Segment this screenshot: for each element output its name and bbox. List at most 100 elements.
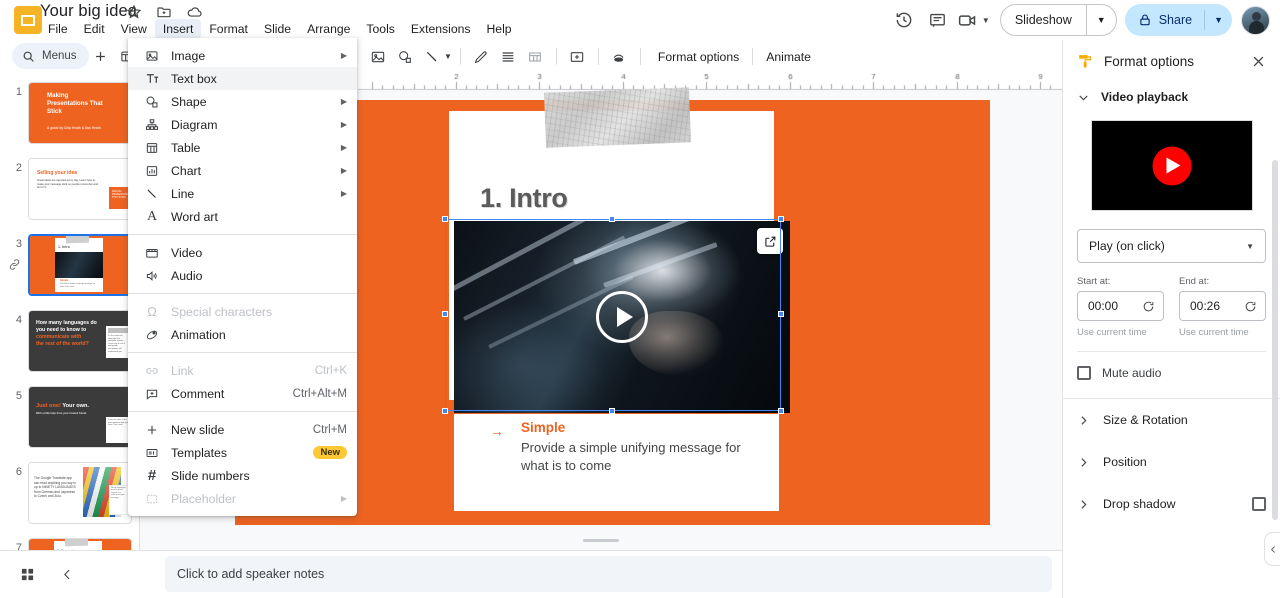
chevron-down-icon[interactable] — [1077, 91, 1090, 104]
menu-item-text-box[interactable]: Text box — [128, 67, 357, 90]
chevron-right-icon[interactable] — [1077, 456, 1090, 469]
meet-camera-icon[interactable] — [955, 3, 981, 37]
new-slide-button[interactable] — [88, 44, 113, 69]
play-mode-select[interactable]: Play (on click) ▼ — [1077, 229, 1266, 263]
menu-item-line[interactable]: Line ▶ — [128, 182, 357, 205]
list-item[interactable]: 7 2. Examples The best stories are the o… — [0, 536, 139, 550]
menu-item-table[interactable]: Table ▶ — [128, 136, 357, 159]
filmstrip-grid-icon[interactable] — [12, 559, 42, 589]
menu-item-video[interactable]: Video — [128, 241, 357, 264]
image-button[interactable] — [365, 44, 390, 69]
end-at-hint[interactable]: Use current time — [1179, 327, 1266, 338]
slide-thumbnail-panel[interactable]: 1 Making Presentations That Stick A guid… — [0, 72, 140, 550]
slide-title[interactable]: 1. Intro — [480, 183, 568, 214]
format-options-button[interactable]: Format options — [649, 46, 748, 68]
menu-extensions[interactable]: Extensions — [403, 19, 479, 39]
menu-tools[interactable]: Tools — [358, 19, 402, 39]
menu-item-image[interactable]: Image ▶ — [128, 44, 357, 67]
chevron-down-icon[interactable]: ▼ — [1246, 242, 1254, 251]
menu-edit[interactable]: Edit — [76, 19, 113, 39]
menu-item-animation[interactable]: Animation — [128, 323, 357, 346]
mute-audio-row[interactable]: Mute audio — [1063, 366, 1280, 380]
video-play-button[interactable] — [596, 291, 648, 343]
shape-button[interactable] — [392, 44, 417, 69]
canvas-scroll-indicator[interactable] — [583, 539, 619, 542]
version-history-icon[interactable] — [887, 3, 921, 37]
menu-arrange[interactable]: Arrange — [299, 19, 358, 39]
slide-thumbnail[interactable]: How many languages do you need to know t… — [28, 310, 132, 372]
menu-item-chart[interactable]: Chart ▶ — [128, 159, 357, 182]
list-item[interactable]: 1 Making Presentations That Stick A guid… — [0, 80, 139, 151]
menu-item-comment[interactable]: Comment Ctrl+Alt+M — [128, 382, 357, 405]
slide-thumbnail[interactable]: Just one! Your own. With a little help f… — [28, 386, 132, 448]
bullet-heading[interactable]: Simple — [521, 420, 565, 435]
menu-item-audio[interactable]: Audio — [128, 264, 357, 287]
list-item[interactable]: 6 The Google Translate app can read anyt… — [0, 460, 139, 531]
start-at-field[interactable]: 00:00 — [1077, 291, 1164, 321]
drop-shadow-section[interactable]: Drop shadow — [1063, 483, 1280, 525]
video-popout-button[interactable] — [757, 228, 783, 254]
menu-label: Placeholder — [171, 492, 331, 506]
end-at-field[interactable]: 00:26 — [1179, 291, 1266, 321]
panel-scrollbar[interactable] — [1272, 160, 1278, 520]
collapse-filmstrip-icon[interactable] — [52, 559, 82, 589]
menu-slide[interactable]: Slide — [256, 19, 299, 39]
share-caret-icon[interactable]: ▼ — [1205, 15, 1232, 25]
insert-textbox-button[interactable] — [565, 44, 590, 69]
video-playback-section-header[interactable]: Video playback — [1077, 82, 1266, 112]
menu-item-shape[interactable]: Shape ▶ — [128, 90, 357, 113]
refresh-icon[interactable] — [1142, 300, 1155, 313]
slide-thumbnail[interactable]: Selling your idea Great ideas are reject… — [28, 158, 132, 220]
slide-thumbnail[interactable]: 2. Examples The best stories are the one… — [28, 538, 132, 550]
list-item[interactable]: 3 1. Intro Simple Provide a simple unify… — [0, 232, 139, 303]
chevron-right-icon[interactable] — [1077, 498, 1090, 511]
line-caret-icon[interactable]: ▼ — [444, 52, 452, 61]
drop-shadow-checkbox[interactable] — [1252, 497, 1266, 511]
slide-thumbnail[interactable]: The Google Translate app can read anythi… — [28, 462, 132, 524]
slide-thumbnail[interactable]: 1. Intro Simple Provide a simple unifyin… — [28, 234, 132, 296]
menu-file[interactable]: File — [40, 19, 76, 39]
menu-item-templates[interactable]: Templates New — [128, 441, 357, 464]
list-item[interactable]: 2 Selling your idea Great ideas are reje… — [0, 156, 139, 227]
menu-format[interactable]: Format — [201, 19, 256, 39]
refresh-icon[interactable] — [1244, 300, 1257, 313]
slide-body-card[interactable]: → Simple Provide a simple unifying messa… — [454, 414, 779, 511]
mute-audio-checkbox[interactable] — [1077, 366, 1091, 380]
menu-item-new-slide[interactable]: New slide Ctrl+M — [128, 418, 357, 441]
menu-item-word-art[interactable]: A Word art — [128, 205, 357, 228]
start-at-hint[interactable]: Use current time — [1077, 327, 1164, 338]
menu-insert[interactable]: Insert — [155, 19, 201, 39]
meet-caret-icon[interactable]: ▼ — [982, 16, 990, 25]
close-icon[interactable] — [1246, 49, 1270, 73]
bullet-body[interactable]: Provide a simple unifying message for wh… — [521, 439, 761, 475]
position-section[interactable]: Position — [1063, 441, 1280, 483]
line-button[interactable] — [419, 44, 444, 69]
insert-menu-popup[interactable]: Image ▶ Text box Shape ▶ Diagram ▶ Table… — [128, 38, 357, 516]
panel-collapse-button[interactable] — [1264, 532, 1280, 566]
comment-icon[interactable] — [921, 3, 955, 37]
share-button[interactable]: Share ▼ — [1125, 4, 1232, 36]
list-item[interactable]: 5 Just one! Your own. With a little help… — [0, 384, 139, 455]
slide-thumbnail[interactable]: Making Presentations That Stick A guide … — [28, 82, 132, 144]
animate-button[interactable]: Animate — [757, 46, 820, 68]
list-item[interactable]: 4 How many languages do you need to know… — [0, 308, 139, 379]
video-object[interactable] — [454, 221, 790, 413]
transition-button[interactable] — [607, 44, 632, 69]
speaker-notes-field[interactable]: Click to add speaker notes — [165, 556, 1052, 592]
size-and-rotation-section[interactable]: Size & Rotation — [1063, 399, 1280, 441]
user-avatar[interactable] — [1241, 6, 1270, 35]
menus-search-button[interactable]: Menus — [12, 43, 89, 69]
text-align-button[interactable] — [496, 44, 521, 69]
slideshow-button[interactable]: Slideshow ▼ — [1000, 4, 1117, 36]
slideshow-caret-icon[interactable]: ▼ — [1087, 5, 1116, 35]
menu-item-slide-numbers[interactable]: # Slide numbers — [128, 464, 357, 487]
menu-help[interactable]: Help — [479, 19, 520, 39]
youtube-play-icon[interactable] — [1152, 146, 1191, 185]
video-preview[interactable] — [1091, 120, 1253, 211]
format-options-panel[interactable]: Format options Video playback Play (on c… — [1062, 40, 1280, 598]
chevron-right-icon[interactable] — [1077, 414, 1090, 427]
menu-item-diagram[interactable]: Diagram ▶ — [128, 113, 357, 136]
table-border-button[interactable] — [523, 44, 548, 69]
pen-button[interactable] — [469, 44, 494, 69]
menu-view[interactable]: View — [113, 19, 155, 39]
